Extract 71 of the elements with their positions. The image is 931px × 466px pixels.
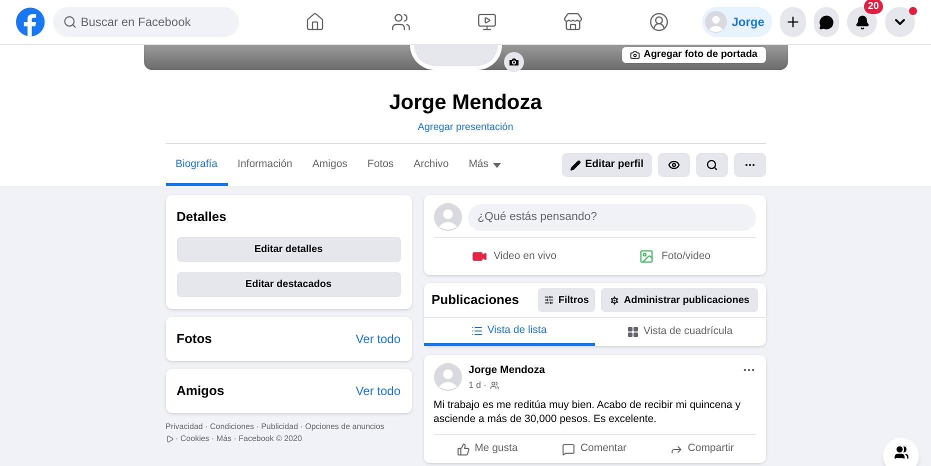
messenger-button[interactable] xyxy=(814,7,839,37)
people-icon xyxy=(894,445,908,460)
view-as-button[interactable] xyxy=(658,153,690,177)
post-time: 1 d · xyxy=(468,378,487,392)
people-icon xyxy=(490,381,499,390)
video-camera-icon xyxy=(472,249,487,264)
logo-icon[interactable] xyxy=(16,5,45,39)
camera-icon xyxy=(630,50,640,60)
create-button[interactable] xyxy=(780,7,806,37)
composer-action[interactable]: Video en vivo xyxy=(434,238,594,275)
profile-tab[interactable]: Más xyxy=(458,144,511,186)
sliders-icon xyxy=(544,295,554,305)
store-icon xyxy=(562,12,583,32)
image-icon xyxy=(639,249,654,264)
avatar xyxy=(434,363,462,391)
thumbs-up-icon xyxy=(456,442,470,456)
see-all-link[interactable]: Ver todo xyxy=(356,330,400,348)
add-bio-link[interactable]: Agregar presentación xyxy=(418,120,514,135)
ad-choices-icon xyxy=(166,434,174,442)
profile-chip[interactable]: Jorge xyxy=(702,7,772,37)
group-icon xyxy=(648,12,669,32)
search-field[interactable]: Buscar en Facebook xyxy=(52,7,239,37)
post-action[interactable]: Comentar xyxy=(540,435,648,464)
profile-name: Jorge Mendoza xyxy=(389,90,542,116)
post-author[interactable]: Jorge Mendoza xyxy=(468,363,734,379)
avatar xyxy=(434,203,462,231)
home-icon xyxy=(304,12,325,32)
profile-tab[interactable]: Información xyxy=(228,144,302,186)
status-field[interactable]: ¿Qué estás pensando? xyxy=(468,204,756,230)
card-button[interactable]: Editar detalles xyxy=(176,236,400,262)
bell-icon xyxy=(854,14,870,30)
profile-tab[interactable]: Archivo xyxy=(404,144,459,186)
gear-icon xyxy=(608,294,620,306)
card-title: Detalles xyxy=(176,208,228,226)
card-title: Fotos xyxy=(176,330,212,348)
post-action[interactable]: Me gusta xyxy=(434,435,541,464)
see-all-link[interactable]: Ver todo xyxy=(356,382,400,400)
comment-icon xyxy=(562,442,576,456)
card-button[interactable]: Editar destacados xyxy=(176,272,400,296)
account-menu-button[interactable] xyxy=(885,7,915,37)
video-icon xyxy=(476,12,497,32)
profile-name: Jorge xyxy=(732,14,764,31)
search-icon xyxy=(62,15,77,29)
notification-badge: 20 xyxy=(864,0,883,14)
search-icon xyxy=(706,159,718,171)
card-title: Amigos xyxy=(176,382,224,400)
caret-icon xyxy=(492,162,501,168)
view-tab[interactable]: Vista de lista xyxy=(424,318,594,346)
post-text: Mi trabajo es me reditúa muy bien. Acabo de recibir mi quincena y asciende a más de 30,000 pesos. Es excelente. xyxy=(434,398,756,436)
camera-icon xyxy=(508,56,520,68)
avatar xyxy=(704,11,727,33)
manage-posts-button[interactable]: Administrar publicaciones xyxy=(600,288,758,312)
grid-icon xyxy=(627,326,640,338)
post-action[interactable]: Compartir xyxy=(648,435,756,464)
chat-bubble-icon xyxy=(818,14,834,30)
profile-tab[interactable]: Fotos xyxy=(357,144,404,186)
people-icon xyxy=(390,12,411,32)
view-tab[interactable]: Vista de cuadrícula xyxy=(594,318,766,346)
footer-links: Privacidad · Condiciones · Publicidad · Opciones de anuncios xyxy=(166,420,386,432)
eye-icon xyxy=(668,159,680,171)
add-cover-photo-button[interactable]: Agregar foto de portada xyxy=(622,47,766,63)
edit-profile-button[interactable]: Editar perfil xyxy=(562,153,652,177)
composer-action[interactable]: Foto/video xyxy=(594,238,756,275)
footer-links: · Cookies · Más · Facebook © 2020 xyxy=(176,432,302,444)
contacts-button[interactable] xyxy=(883,438,919,466)
card-title: Publicaciones xyxy=(432,291,519,310)
search-button[interactable] xyxy=(696,153,728,177)
profile-tab[interactable]: Biografía xyxy=(166,144,228,186)
filters-button[interactable]: Filtros xyxy=(538,288,595,312)
profile-tab[interactable]: Amigos xyxy=(302,144,358,186)
pencil-icon xyxy=(570,160,582,170)
